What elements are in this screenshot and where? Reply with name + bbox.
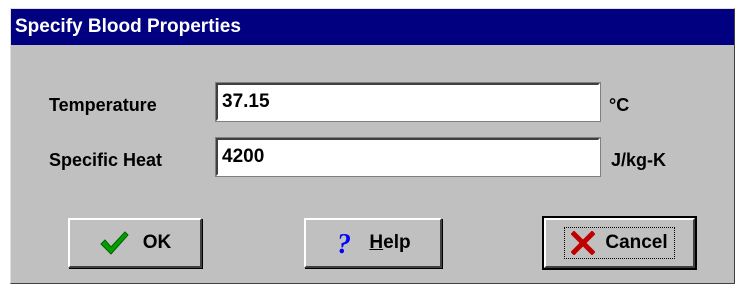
temperature-unit: °C [609, 95, 630, 115]
question-mark-icon: ? [335, 229, 355, 257]
help-button-label: Help [369, 232, 411, 253]
checkmark-icon [99, 230, 129, 256]
temperature-label: Temperature [49, 95, 157, 115]
ok-button[interactable]: OK [68, 218, 202, 268]
ok-button-label: OK [142, 232, 172, 253]
dialog-title: Specify Blood Properties [15, 16, 241, 37]
x-icon [571, 231, 596, 255]
cancel-focus-rect: Cancel [564, 227, 675, 259]
temperature-input[interactable] [215, 82, 601, 122]
dialog-window: Specify Blood Properties Temperature °C … [10, 8, 735, 284]
cancel-button[interactable]: Cancel [542, 216, 697, 270]
cancel-button-inner: Cancel [546, 220, 693, 266]
title-bar[interactable]: Specify Blood Properties [11, 9, 734, 45]
specific-heat-label: Specific Heat [49, 150, 163, 170]
specific-heat-unit: J/kg-K [611, 150, 667, 170]
specific-heat-input[interactable] [215, 137, 601, 177]
cancel-button-label: Cancel [605, 232, 668, 253]
help-button[interactable]: ? Help [304, 218, 442, 268]
svg-text:?: ? [337, 229, 351, 257]
